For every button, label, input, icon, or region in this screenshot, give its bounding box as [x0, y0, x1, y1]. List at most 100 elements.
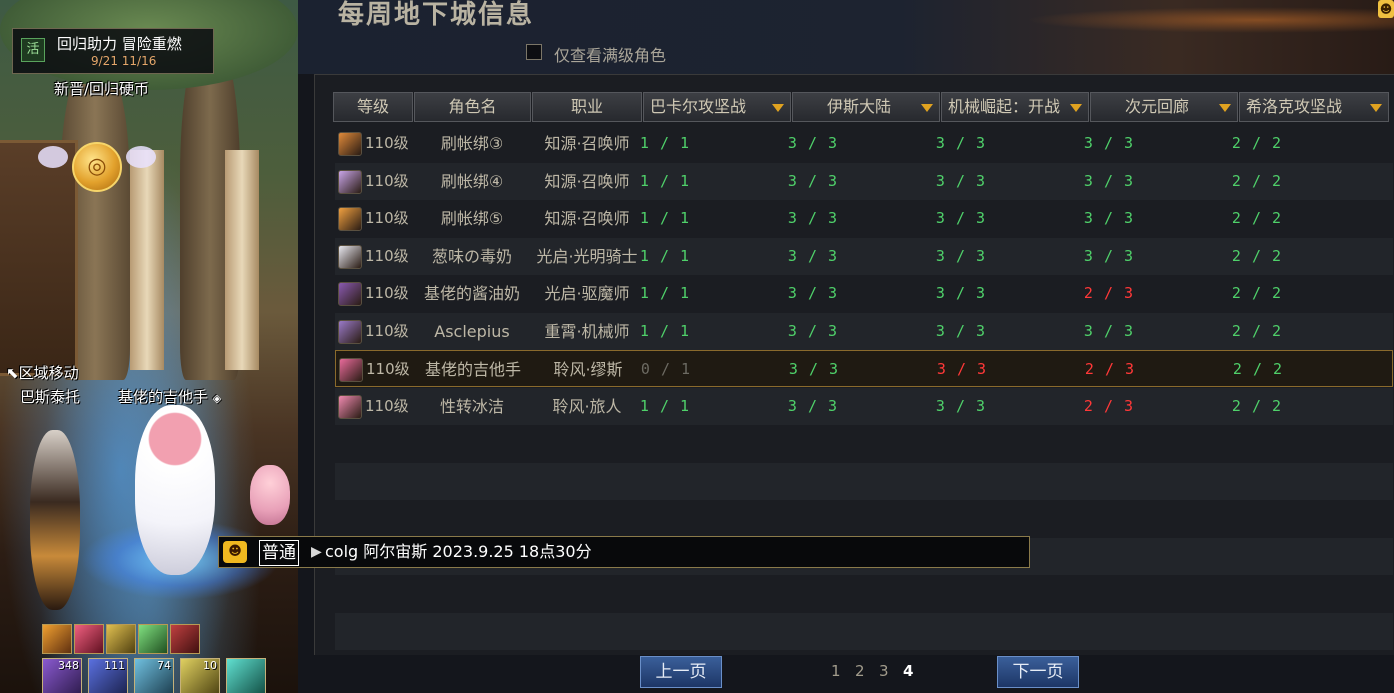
- dungeon-progress: 2 / 3: [1084, 360, 1136, 378]
- table-row[interactable]: 110级 刷帐绑④ 知源·召唤师 1 / 13 / 33 / 33 / 32 / 2: [335, 162, 1393, 200]
- dungeon-progress: 0 / 1: [640, 360, 692, 378]
- col-header-label: 角色名: [448, 97, 497, 116]
- next-page-button[interactable]: 下一页: [997, 656, 1079, 688]
- table-row[interactable]: 110级 性转冰洁 聆风·旅人 1 / 13 / 33 / 32 / 32 / 2: [335, 387, 1393, 425]
- wing-icon: [38, 146, 68, 168]
- potion-icon[interactable]: [138, 624, 168, 654]
- weekly-dungeon-panel: 每周地下城信息 仅查看满级角色 ☻ 等级 角色名 职业 巴卡尔攻坚战 伊斯大陆 …: [298, 0, 1394, 693]
- col-header-siroco-dropdown[interactable]: 希洛克攻坚战: [1239, 92, 1389, 122]
- player-name-text: 基佬的吉他手: [118, 388, 209, 406]
- table-row[interactable]: 110级 葱味の毒奶 光启·光明骑士 1 / 13 / 33 / 33 / 32 / …: [335, 237, 1393, 275]
- guild-icon[interactable]: [106, 624, 136, 654]
- table-row[interactable]: 110级 刷帐绑⑤ 知源·召唤师 1 / 13 / 33 / 33 / 32 / 2: [335, 200, 1393, 237]
- quick-slot[interactable]: [226, 658, 266, 693]
- character-avatar-icon: [338, 169, 362, 194]
- page-number-current[interactable]: 4: [903, 662, 913, 680]
- col-header-mechanical-dropdown[interactable]: 机械崛起：开战: [941, 92, 1089, 122]
- zone-move-label[interactable]: ⬉区域移动: [6, 362, 79, 383]
- dropdown-arrow-icon: [1370, 104, 1382, 112]
- chest-icon[interactable]: [170, 624, 200, 654]
- col-header-label: 希洛克攻坚战: [1246, 97, 1343, 116]
- character-level: 110级: [365, 171, 409, 190]
- slot-count: 74: [157, 659, 171, 672]
- table-row[interactable]: 110级 基佬的酱油奶 光启·驱魔师 1 / 13 / 33 / 32 / 32 / …: [335, 275, 1393, 312]
- heart-icon[interactable]: [74, 624, 104, 654]
- dropdown-arrow-icon: [1070, 104, 1082, 112]
- table-row[interactable]: 110级 基佬的吉他手 聆风·缪斯 0 / 13 / 33 / 32 / 32 / 2: [335, 350, 1393, 387]
- panel-header: 每周地下城信息 仅查看满级角色 ☻: [298, 0, 1394, 74]
- col-header-label: 巴卡尔攻坚战: [650, 97, 747, 116]
- dungeon-progress: 3 / 3: [935, 321, 987, 340]
- dungeon-progress: 3 / 3: [1083, 321, 1135, 340]
- character-level: 110级: [365, 396, 409, 415]
- table-row[interactable]: 110级 刷帐绑③ 知源·召唤师 1 / 13 / 33 / 33 / 32 / 2: [335, 125, 1393, 162]
- page-number[interactable]: 2: [855, 662, 865, 680]
- dungeon-progress: 3 / 3: [935, 134, 987, 152]
- dungeon-progress: 3 / 3: [787, 284, 839, 302]
- dungeon-progress: 1 / 1: [639, 209, 691, 227]
- dungeon-progress: 2 / 2: [1231, 321, 1283, 340]
- chat-face-icon[interactable]: ☻: [223, 541, 247, 563]
- dungeon-progress: 1 / 1: [639, 321, 691, 340]
- player-character[interactable]: [135, 405, 215, 575]
- quick-slot[interactable]: 10: [180, 658, 220, 693]
- buff-icon[interactable]: [42, 624, 72, 654]
- dungeon-progress: 3 / 3: [787, 321, 839, 340]
- character-avatar-icon: [339, 358, 363, 382]
- dungeon-progress: 3 / 3: [788, 360, 840, 378]
- page-number[interactable]: 1: [831, 662, 841, 680]
- dungeon-progress: 3 / 3: [935, 209, 987, 227]
- table-row[interactable]: 110级 Asclepius 重霄·机械师 1 / 13 / 33 / 33 / 32…: [335, 312, 1393, 350]
- character-name: 性转冰洁: [439, 396, 504, 416]
- slot-count: 111: [104, 659, 125, 672]
- dungeon-progress: 2 / 2: [1231, 171, 1283, 190]
- chat-input-bar[interactable]: ☻ 普通 ▶ colg 阿尔宙斯 2023.9.25 18点30分: [218, 536, 1030, 568]
- gold-coin-icon[interactable]: ◎: [72, 142, 122, 192]
- dungeon-progress: 3 / 3: [935, 396, 987, 415]
- wing-icon: [126, 146, 156, 168]
- page-title: 每周地下城信息: [338, 0, 535, 30]
- dungeon-progress: 3 / 3: [787, 171, 839, 190]
- quick-slot[interactable]: 111: [88, 658, 128, 693]
- event-badge-icon: 活: [21, 38, 45, 62]
- arrow-icon: ⬉: [6, 364, 19, 382]
- chat-input-text[interactable]: colg 阿尔宙斯 2023.9.25 18点30分: [325, 540, 592, 564]
- max-level-filter-checkbox[interactable]: [526, 44, 542, 60]
- dropdown-arrow-icon: [921, 104, 933, 112]
- prev-page-button[interactable]: 上一页: [640, 656, 722, 688]
- dungeon-progress: 3 / 3: [935, 171, 987, 190]
- col-header-dimension-dropdown[interactable]: 次元回廊: [1090, 92, 1238, 122]
- dungeon-progress: 3 / 3: [935, 284, 987, 302]
- col-header-name: 角色名: [414, 92, 531, 122]
- page-number[interactable]: 3: [879, 662, 889, 680]
- dropdown-arrow-icon: [772, 104, 784, 112]
- dungeon-progress: 3 / 3: [1083, 171, 1135, 190]
- character-name: 葱味の毒奶: [431, 246, 512, 266]
- dungeon-progress: 3 / 3: [1083, 246, 1135, 265]
- game-scene: 活 回归助力 冒险重燃 9/21 11/16 新晋/回归硬币 ◎ ⬉区域移动 巴…: [0, 0, 298, 693]
- character-avatar-icon: [338, 207, 362, 231]
- character-avatar-icon: [338, 132, 362, 156]
- col-header-isys-dropdown[interactable]: 伊斯大陆: [792, 92, 940, 122]
- slot-count: 10: [203, 659, 217, 672]
- character-name: 刷帐绑⑤: [440, 209, 504, 228]
- stone-pillar: [225, 150, 259, 370]
- dungeon-progress: 3 / 3: [787, 396, 839, 415]
- col-header-bakal-dropdown[interactable]: 巴卡尔攻坚战: [643, 92, 791, 122]
- col-header-label: 等级: [356, 97, 389, 116]
- pagination: 上一页 1 2 3 4 下一页: [298, 652, 1394, 693]
- event-date: 9/21 11/16: [91, 54, 157, 68]
- dungeon-progress: 1 / 1: [639, 284, 691, 302]
- max-level-filter-label[interactable]: 仅查看满级角色: [554, 42, 666, 66]
- coin-label: 新晋/回归硬币: [54, 80, 150, 98]
- chat-channel-selector[interactable]: 普通: [259, 540, 299, 566]
- character-name: 基佬的吉他手: [424, 360, 521, 379]
- quick-slot[interactable]: 348: [42, 658, 82, 693]
- smiley-icon[interactable]: ☻: [1378, 0, 1394, 18]
- character-level: 110级: [366, 360, 410, 378]
- col-header-job: 职业: [532, 92, 642, 122]
- dungeon-progress: 3 / 3: [1083, 209, 1135, 227]
- event-banner[interactable]: 活 回归助力 冒险重燃 9/21 11/16: [12, 28, 214, 74]
- quick-slot[interactable]: 74: [134, 658, 174, 693]
- diamond-icon: ◈: [212, 392, 222, 405]
